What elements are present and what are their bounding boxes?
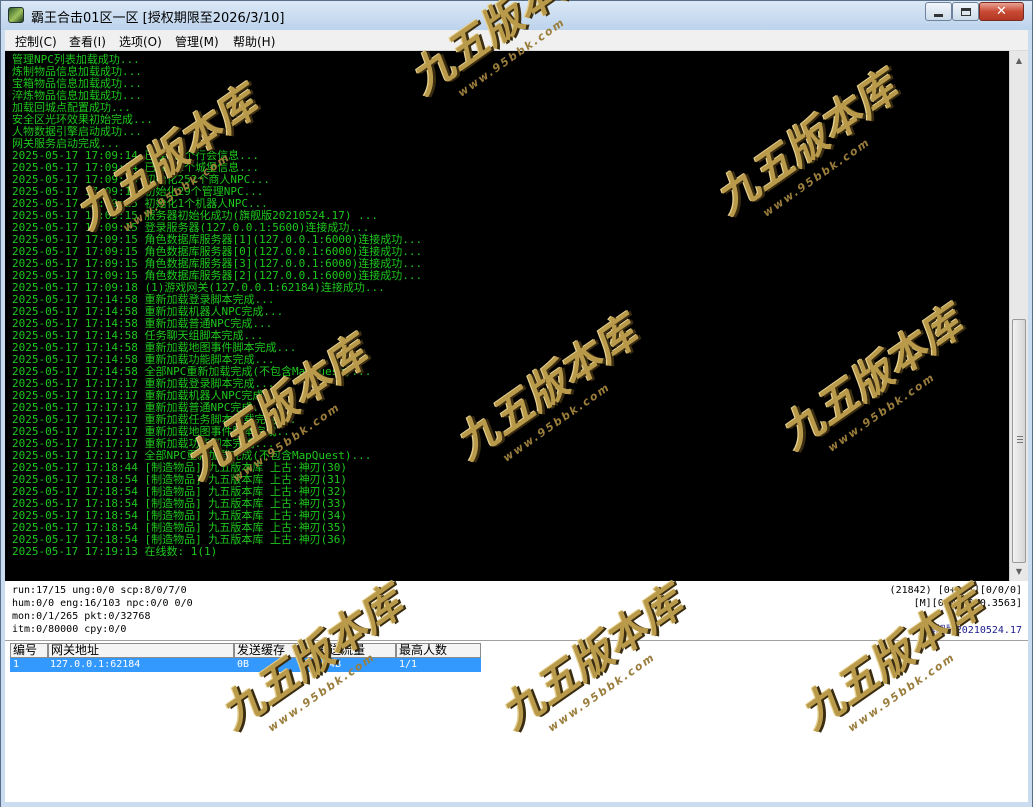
status-version: 旗舰版20210524.17 [925, 625, 1022, 636]
column-header-id[interactable]: 编号 [10, 643, 48, 658]
close-icon: ✕ [996, 4, 1007, 19]
cell-send-traffic: 144B [317, 659, 342, 670]
menu-help[interactable]: 帮助(H) [233, 33, 275, 50]
log-scrollbar[interactable]: ▲ ▼ [1009, 51, 1028, 581]
column-header-send-cache[interactable]: 发送缓存 [234, 643, 314, 658]
column-header-send-traffic[interactable]: 发送流量 [314, 643, 396, 658]
status-mon: mon:0/1/265 pkt:0/32768 [12, 611, 151, 622]
cell-address: 127.0.0.1:62184 [50, 659, 141, 670]
log-console[interactable]: 管理NPC列表加载成功... 炼制物品信息加载成功... 宝箱物品信息加载成功...… [5, 51, 1011, 581]
cell-send-cache: 0B [237, 659, 250, 670]
maximize-button[interactable] [952, 2, 979, 21]
window-bottom-border [1, 802, 1032, 807]
server-window: 霸王合击01区一区 [授权期限至2026/3/10] ✕ 控制(C) 查看(I)… [0, 0, 1033, 807]
minimize-icon [934, 13, 943, 17]
column-header-max-users[interactable]: 最高人数 [396, 643, 481, 658]
menu-bar: 控制(C) 查看(I) 选项(O) 管理(M) 帮助(H) [5, 30, 1028, 51]
status-connections: (21842) [0+1/1][0/0/0] [889, 585, 1022, 596]
status-itm: itm:0/80000 cpy:0/0 [12, 624, 127, 635]
window-title: 霸王合击01区一区 [授权期限至2026/3/10] [31, 11, 285, 26]
maximize-icon [960, 7, 971, 16]
gateway-list[interactable]: 编号 网关地址 发送缓存 发送流量 最高人数 1 127.0.0.1:62184… [5, 640, 1028, 802]
menu-view[interactable]: 查看(I) [69, 33, 106, 50]
app-icon [8, 7, 24, 23]
title-bar[interactable]: 霸王合击01区一区 [授权期限至2026/3/10] ✕ [1, 1, 1032, 30]
table-row[interactable]: 1 127.0.0.1:62184 0B 144B 1/1 [10, 658, 481, 672]
status-hum: hum:0/0 eng:16/103 npc:0/0 0/0 [12, 598, 193, 609]
close-button[interactable]: ✕ [979, 2, 1024, 21]
log-line: 2025-05-17 17:19:13 在线数: 1(1) [12, 545, 218, 558]
menu-control[interactable]: 控制(C) [15, 33, 57, 50]
menu-manage[interactable]: 管理(M) [175, 33, 219, 50]
status-panel: run:17/15 ung:0/0 scp:8/0/7/0 hum:0/0 en… [5, 581, 1028, 640]
status-timing: [M][0:0:19/0.3563] [913, 598, 1022, 609]
menu-options[interactable]: 选项(O) [119, 33, 162, 50]
cell-id: 1 [13, 659, 20, 670]
status-run: run:17/15 ung:0/0 scp:8/0/7/0 [12, 585, 187, 596]
scroll-up-icon[interactable]: ▲ [1011, 52, 1027, 69]
cell-max-users: 1/1 [399, 659, 418, 670]
minimize-button[interactable] [925, 2, 952, 21]
scroll-down-icon[interactable]: ▼ [1011, 563, 1027, 580]
scroll-thumb[interactable] [1012, 319, 1026, 563]
column-header-address[interactable]: 网关地址 [48, 643, 234, 658]
